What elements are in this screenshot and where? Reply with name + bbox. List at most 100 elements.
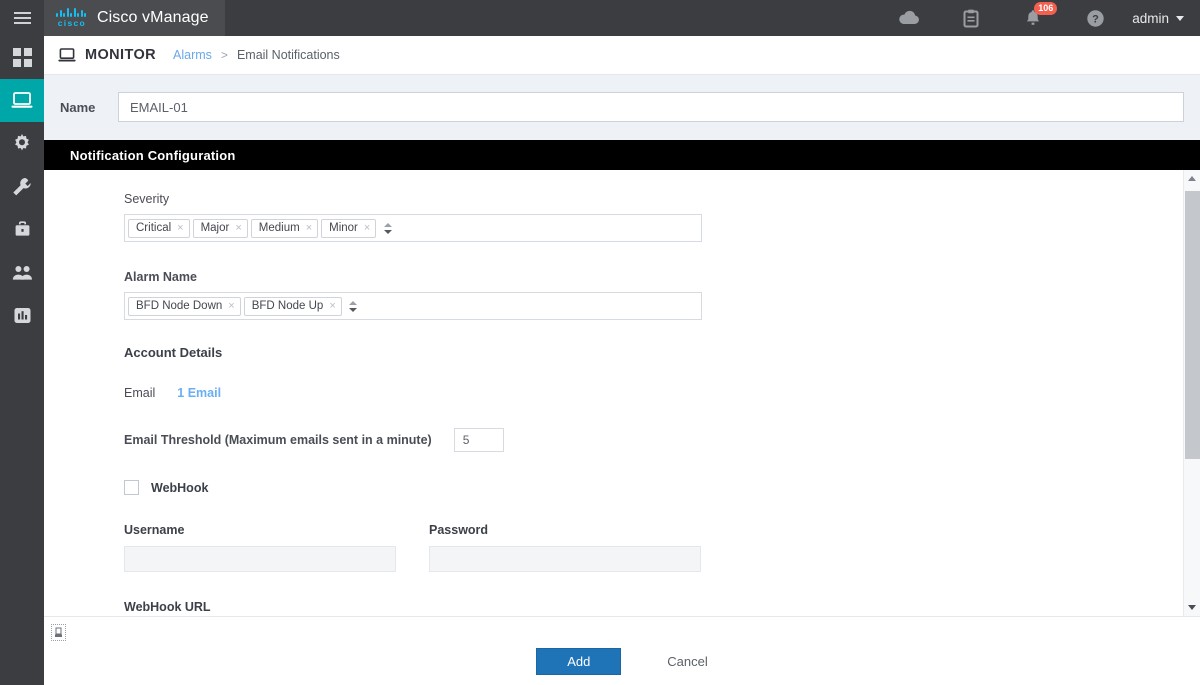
username-input[interactable]	[124, 546, 396, 572]
email-count-link[interactable]: 1 Email	[177, 386, 221, 400]
close-icon[interactable]: ×	[228, 300, 234, 312]
webhook-checkbox-label: WebHook	[151, 480, 209, 495]
name-label: Name	[60, 99, 96, 115]
email-threshold-input[interactable]	[453, 428, 504, 452]
password-input[interactable]	[429, 546, 701, 572]
sidebar-item-monitor[interactable]	[0, 79, 44, 122]
alarm-name-field-group: Alarm Name BFD Node Down × BFD Node Up ×	[124, 270, 1200, 320]
people-icon	[12, 265, 32, 280]
cloud-icon[interactable]	[878, 0, 940, 36]
credentials-row: Username Password	[124, 523, 1200, 572]
monitor-icon	[58, 47, 76, 61]
chevron-down-icon	[383, 229, 392, 234]
bell-icon[interactable]: 106	[1002, 0, 1064, 36]
panel-title: Notification Configuration	[70, 147, 236, 163]
footer-actions: Add Cancel	[44, 648, 1200, 675]
username-label: Username	[124, 523, 185, 537]
close-icon[interactable]: ×	[235, 222, 241, 234]
breadcrumb-link-alarms[interactable]: Alarms	[173, 48, 212, 62]
brand-block: cisco Cisco vManage	[44, 0, 225, 36]
webhook-checkbox[interactable]	[124, 480, 139, 495]
panel-scrollbar[interactable]	[1183, 170, 1200, 616]
name-row: Name	[44, 75, 1200, 139]
alarm-name-tag-label: BFD Node Down	[136, 300, 223, 312]
close-icon[interactable]: ×	[329, 300, 335, 312]
hamburger-menu-icon[interactable]	[0, 0, 44, 36]
scrollbar-track[interactable]	[1184, 187, 1200, 599]
bar-chart-icon	[14, 308, 30, 323]
alarm-name-input-rest[interactable]	[364, 293, 698, 319]
cancel-button[interactable]: Cancel	[667, 654, 707, 669]
alarm-name-label: Alarm Name	[124, 270, 197, 284]
panel-body: Severity Critical × Major × Medium × Min…	[44, 170, 1200, 616]
breadcrumb-section: MONITOR	[85, 47, 157, 63]
email-label: Email	[124, 386, 156, 400]
alarm-name-tag-input[interactable]: BFD Node Down × BFD Node Up ×	[124, 292, 702, 320]
app-title: Cisco vManage	[97, 9, 209, 26]
severity-spinner[interactable]	[381, 217, 394, 239]
severity-tag-input[interactable]: Critical × Major × Medium × Minor ×	[124, 214, 702, 242]
add-button[interactable]: Add	[536, 648, 622, 675]
monitor-icon	[11, 92, 33, 108]
sidebar-item-configuration[interactable]	[0, 122, 44, 165]
sidebar-item-administration[interactable]	[0, 251, 44, 294]
account-details-label: Account Details	[124, 345, 223, 360]
severity-label: Severity	[124, 192, 170, 206]
left-sidebar	[0, 36, 44, 685]
user-name-label: admin	[1132, 10, 1169, 26]
gear-icon	[15, 133, 29, 150]
chevron-up-icon	[349, 300, 358, 305]
scroll-down-arrow-icon[interactable]	[1184, 599, 1200, 616]
alarm-name-tag[interactable]: BFD Node Up ×	[243, 296, 342, 316]
wrench-icon	[13, 177, 31, 195]
account-details-title: Account Details	[124, 344, 1200, 362]
severity-field-group: Severity Critical × Major × Medium × Min…	[124, 192, 1200, 242]
alarm-name-tag-label: BFD Node Up	[251, 300, 324, 312]
username-group: Username	[124, 523, 396, 572]
close-icon[interactable]: ×	[177, 222, 183, 234]
severity-tag-label: Minor	[329, 222, 358, 234]
email-threshold-label: Email Threshold (Maximum emails sent in …	[124, 433, 432, 447]
cisco-logo-icon: cisco	[56, 8, 86, 28]
email-row: Email 1 Email	[124, 386, 1200, 400]
alarm-name-tag[interactable]: BFD Node Down ×	[128, 296, 241, 316]
webhook-url-label: WebHook URL	[124, 600, 211, 614]
severity-tag[interactable]: Critical ×	[128, 218, 190, 238]
broken-image-icon	[51, 624, 66, 641]
footer-bar: Add Cancel	[44, 616, 1200, 685]
severity-tag-label: Medium	[258, 222, 300, 234]
password-group: Password	[429, 523, 701, 572]
severity-input-rest[interactable]	[398, 215, 698, 241]
close-icon[interactable]: ×	[306, 222, 312, 234]
webhook-checkbox-row[interactable]: WebHook	[124, 480, 1200, 495]
dashboard-grid-icon	[12, 48, 32, 67]
name-input[interactable]	[118, 92, 1184, 122]
severity-tag[interactable]: Minor ×	[321, 218, 377, 238]
breadcrumb: MONITOR Alarms > Email Notifications	[44, 36, 1200, 75]
top-bar: cisco Cisco vManage 106 ? admin	[0, 0, 1200, 36]
user-menu[interactable]: admin	[1126, 0, 1200, 36]
alarm-name-spinner[interactable]	[347, 295, 360, 317]
severity-tag-label: Critical	[136, 222, 172, 234]
notification-badge: 106	[1034, 2, 1058, 15]
password-label: Password	[429, 523, 489, 537]
help-icon[interactable]: ?	[1064, 0, 1126, 36]
breadcrumb-separator: >	[220, 48, 228, 62]
sidebar-item-dashboard[interactable]	[0, 36, 44, 79]
chevron-up-icon	[383, 222, 392, 227]
close-icon[interactable]: ×	[364, 222, 370, 234]
topbar-icon-group: 106 ? admin	[878, 0, 1200, 36]
chevron-down-icon	[1176, 15, 1184, 21]
sidebar-item-maintenance[interactable]	[0, 208, 44, 251]
severity-tag[interactable]: Major ×	[192, 218, 248, 238]
svg-text:?: ?	[1092, 13, 1099, 25]
sidebar-item-tools[interactable]	[0, 165, 44, 208]
scroll-up-arrow-icon[interactable]	[1184, 170, 1200, 187]
severity-tag[interactable]: Medium ×	[250, 218, 319, 238]
severity-tag-label: Major	[200, 222, 230, 234]
clipboard-icon[interactable]	[940, 0, 1002, 36]
cisco-wordmark: cisco	[57, 18, 86, 28]
breadcrumb-current: Email Notifications	[236, 48, 340, 62]
sidebar-item-workflows[interactable]	[0, 294, 44, 337]
scrollbar-thumb[interactable]	[1184, 191, 1200, 459]
